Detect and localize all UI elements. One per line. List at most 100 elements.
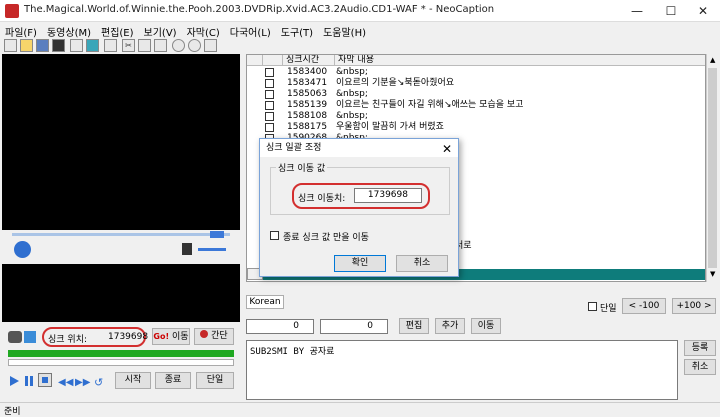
subtitle-editor[interactable]: SUB2SMI BY 공자료	[246, 340, 678, 400]
replace-icon[interactable]	[86, 39, 99, 52]
minimize-button[interactable]: —	[620, 0, 654, 22]
sync-tool-icon[interactable]	[8, 331, 22, 343]
header-check	[263, 55, 283, 66]
row-text: &nbsp;	[336, 89, 368, 99]
redo-icon[interactable]	[188, 39, 201, 52]
maximize-button[interactable]: ☐	[654, 0, 688, 22]
row-checkbox[interactable]	[265, 68, 274, 77]
register-button[interactable]: 등록	[684, 340, 716, 356]
settings-icon[interactable]	[204, 39, 217, 52]
video-player[interactable]	[2, 54, 240, 230]
add-button[interactable]: 추가	[435, 318, 465, 334]
new-file-icon[interactable]	[4, 39, 17, 52]
table-row[interactable]: 1588175 우울함이 말끔히 가셔 버렸죠	[247, 122, 705, 133]
row-checkbox[interactable]	[265, 112, 274, 121]
dialog-ok-button[interactable]: 확인	[334, 255, 386, 272]
sync-position-value: 1739698	[108, 332, 149, 342]
undo-icon[interactable]	[172, 39, 185, 52]
menu-edit[interactable]: 편집(E)	[96, 22, 139, 39]
tab-korean[interactable]: Korean	[246, 295, 284, 309]
simple-label: 간단	[211, 331, 228, 341]
progress-bar-1	[8, 350, 234, 357]
menu-video[interactable]: 동영상(M)	[42, 22, 96, 39]
table-scrollbar[interactable]: ▲ ▼	[706, 54, 718, 282]
table-row[interactable]: 1583400 &nbsp;	[247, 67, 705, 78]
plus-100-button[interactable]: +100 >	[672, 298, 716, 314]
repeat-icon[interactable]: ↺	[94, 376, 103, 389]
row-sync: 1585139	[287, 100, 328, 110]
move-value: 1739698	[367, 190, 408, 200]
dialog-cancel-button[interactable]: 취소	[396, 255, 448, 272]
menu-multilang[interactable]: 다국어(L)	[225, 22, 276, 39]
single-checkbox-label: 단일	[600, 304, 617, 314]
toolbar: ✂	[0, 38, 246, 54]
header-text[interactable]: 자막 내용	[335, 55, 705, 66]
save-as-icon[interactable]	[52, 39, 65, 52]
row-checkbox[interactable]	[265, 90, 274, 99]
status-bar: 준비	[0, 402, 720, 417]
row-checkbox[interactable]	[265, 101, 274, 110]
pause-icon[interactable]	[25, 376, 33, 386]
end-time-field[interactable]: 0	[320, 319, 388, 334]
volume-icon[interactable]	[182, 243, 192, 255]
close-button[interactable]: ✕	[686, 0, 720, 22]
menu-file[interactable]: 파일(F)	[0, 22, 42, 39]
open-folder-icon[interactable]	[20, 39, 33, 52]
simple-button[interactable]: 간단	[194, 328, 234, 345]
row-text: 이요르는 친구들이 자길 위해↘애쓰는 모습을 보고	[336, 100, 524, 110]
menu-help[interactable]: 도움말(H)	[318, 22, 371, 39]
row-checkbox[interactable]	[265, 123, 274, 132]
table-row[interactable]: 1585063 &nbsp;	[247, 89, 705, 100]
properties-icon[interactable]	[104, 39, 117, 52]
single-checkbox[interactable]	[588, 302, 597, 311]
batch-sync-dialog: 싱크 일괄 조정 ✕ 싱크 이동 값 싱크 이동치: 1739698 종료 싱크…	[259, 138, 459, 277]
volume-slider[interactable]	[198, 248, 226, 251]
row-sync: 1583471	[287, 78, 328, 88]
sync-apply-icon[interactable]	[24, 331, 36, 343]
save-icon[interactable]	[36, 39, 49, 52]
menu-view[interactable]: 보기(V)	[139, 22, 182, 39]
move-button[interactable]: 이동	[471, 318, 501, 334]
cut-icon[interactable]: ✂	[122, 39, 135, 52]
find-icon[interactable]	[70, 39, 83, 52]
stop-button[interactable]	[38, 373, 52, 387]
table-row[interactable]: 1588108 &nbsp;	[247, 111, 705, 122]
scroll-up-icon[interactable]: ▲	[710, 56, 715, 64]
row-checkbox[interactable]	[265, 79, 274, 88]
play-icon[interactable]	[14, 241, 31, 258]
simple-icon	[200, 330, 209, 338]
minus-100-button[interactable]: < -100	[622, 298, 666, 314]
table-row[interactable]: 1585139 이요르는 친구들이 자길 위해↘애쓰는 모습을 보고	[247, 100, 705, 111]
end-button[interactable]: 종료	[155, 372, 191, 389]
paste-icon[interactable]	[154, 39, 167, 52]
cancel-edit-button[interactable]: 취소	[684, 359, 716, 375]
seek-track[interactable]	[12, 233, 230, 236]
menu-subtitle[interactable]: 자막(C)	[182, 22, 225, 39]
table-row[interactable]: 1583471 이요르의 기분을↘북돋아줬어요	[247, 78, 705, 89]
sync-move-button[interactable]: Go! 이동	[152, 328, 190, 345]
go-icon: Go!	[153, 332, 170, 341]
single-button[interactable]: 단일	[196, 372, 234, 389]
scroll-thumb[interactable]	[708, 68, 717, 268]
sync-position-label: 싱크 위치:	[48, 335, 88, 345]
header-sync[interactable]: 싱크시간	[283, 55, 335, 66]
start-button[interactable]: 시작	[115, 372, 151, 389]
scroll-down-icon[interactable]: ▼	[710, 270, 715, 278]
menu-tools[interactable]: 도구(T)	[276, 22, 318, 39]
row-sync: 1585063	[287, 89, 328, 99]
secondary-video-area	[2, 264, 240, 322]
forward-icon[interactable]: ▶▶	[75, 377, 90, 388]
play-small-icon[interactable]	[10, 376, 19, 386]
single-label: 단일	[206, 375, 224, 385]
dialog-close-icon[interactable]: ✕	[442, 140, 452, 158]
move-value-field[interactable]: 1739698	[354, 188, 422, 203]
end-sync-only-checkbox[interactable]	[270, 231, 279, 240]
menu-bar: 파일(F) 동영상(M) 편집(E) 보기(V) 자막(C) 다국어(L) 도구(T) 도움말…	[0, 22, 720, 39]
move-value-label: 싱크 이동치:	[298, 194, 346, 204]
rewind-icon[interactable]: ◀◀	[58, 377, 73, 388]
edit-button[interactable]: 편집	[399, 318, 429, 334]
seek-thumb[interactable]	[210, 231, 224, 238]
row-sync: 1588175	[287, 122, 328, 132]
copy-icon[interactable]	[138, 39, 151, 52]
start-time-field[interactable]: 0	[246, 319, 314, 334]
